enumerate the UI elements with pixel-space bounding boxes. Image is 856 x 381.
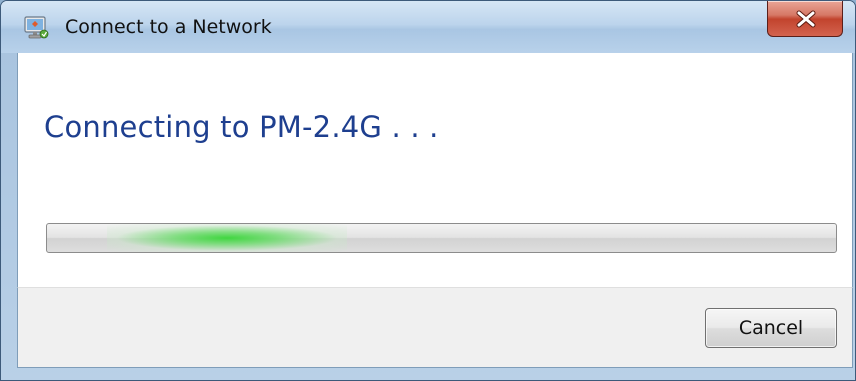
close-button[interactable] <box>767 1 843 37</box>
content-panel: Connecting to PM-2.4G . . . <box>17 53 853 287</box>
connecting-status-heading: Connecting to PM-2.4G . . . <box>44 110 439 144</box>
network-connect-icon <box>21 14 49 42</box>
connection-progress-bar <box>46 223 837 253</box>
title-bar[interactable]: Connect to a Network <box>1 1 855 53</box>
button-bar: Cancel <box>17 287 853 368</box>
dialog-window: Connect to a Network Connecting to PM-2.… <box>0 0 856 381</box>
close-icon <box>796 10 816 28</box>
window-title: Connect to a Network <box>65 16 272 38</box>
cancel-button[interactable]: Cancel <box>705 308 837 348</box>
progress-indicator <box>107 224 347 252</box>
